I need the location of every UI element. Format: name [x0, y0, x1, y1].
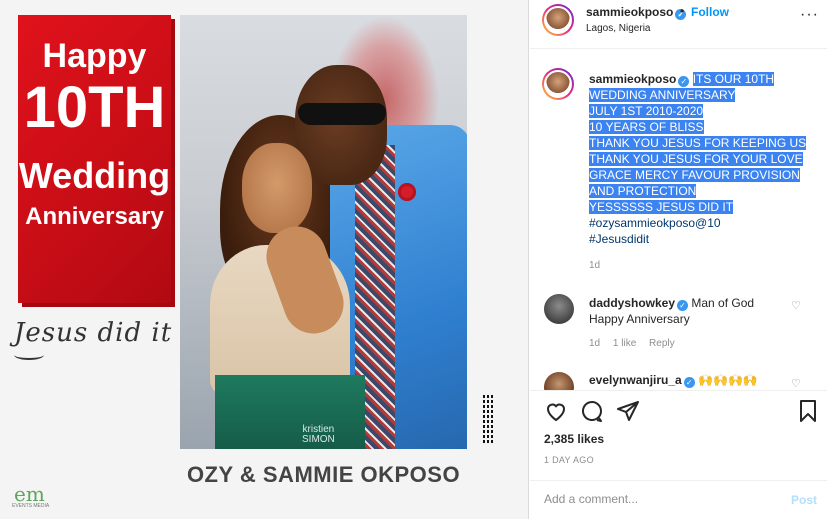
decorative-bars: [483, 395, 495, 448]
anniversary-banner: Happy 10TH Wedding Anniversary: [18, 15, 171, 303]
caption-line: JULY 1ST 2010-2020: [589, 104, 704, 118]
post-date[interactable]: 1 DAY AGO: [544, 455, 594, 465]
verified-check-icon: ✓: [678, 76, 690, 87]
separator-dot: •: [680, 4, 685, 18]
author-avatar[interactable]: [542, 4, 574, 36]
caption-line: 10 YEARS OF BLISS: [589, 120, 704, 134]
sunglasses: [298, 103, 386, 125]
post-header: sammieokposo ✓ • Follow Lagos, Nigeria ··…: [530, 0, 827, 49]
banner-wedding: Wedding: [18, 155, 171, 196]
heart-icon[interactable]: [544, 399, 568, 423]
caption-avatar[interactable]: [542, 68, 574, 100]
em-logo-subtitle: EVENTS MEDIA: [12, 503, 50, 509]
woman-face: [242, 143, 312, 233]
comment: daddyshowkey ✓ Man of God Happy Anniversa…: [589, 295, 789, 327]
comment-username[interactable]: daddyshowkey: [589, 296, 675, 310]
more-horizontal-icon[interactable]: ···: [800, 6, 819, 24]
caption-line: WEDDING ANNIVERSARY: [589, 88, 736, 102]
author-username[interactable]: sammieokposo ✓: [586, 5, 687, 20]
post-caption: sammieokposo ✓ ITS OUR 10TH WEDDING ANNIV…: [589, 71, 819, 247]
comment-text: Happy Anniversary: [589, 312, 690, 326]
reply-button[interactable]: Reply: [649, 338, 675, 349]
post-image[interactable]: Happy 10TH Wedding Anniversary Jesus did…: [0, 0, 529, 519]
action-bar: [530, 390, 827, 428]
likes-count[interactable]: 2,385 likes: [544, 432, 604, 446]
comment-likes[interactable]: 1 like: [613, 338, 636, 349]
comment-meta: 1d 1 like Reply: [589, 338, 685, 349]
tagline-swash: [14, 350, 44, 360]
caption-line: YESSSSSS JESUS DID IT: [589, 200, 734, 214]
couple-photo: kristien SIMON: [180, 15, 467, 449]
author-username-text[interactable]: sammieokposo: [586, 5, 673, 19]
paper-plane-icon[interactable]: [616, 399, 640, 423]
hashtag-link[interactable]: #Jesusdidit: [589, 231, 819, 247]
post-location[interactable]: Lagos, Nigeria: [586, 23, 650, 34]
comment-like-icon[interactable]: ♡: [791, 377, 801, 390]
tagline: Jesus did it: [14, 318, 173, 348]
bookmark-icon[interactable]: [796, 399, 820, 423]
post-button[interactable]: Post: [791, 493, 817, 507]
banner-happy: Happy: [42, 37, 147, 75]
verified-check-icon: ✓: [677, 300, 689, 311]
caption-line: ITS OUR 10TH: [692, 72, 775, 86]
banner-anniversary: Anniversary: [25, 203, 164, 230]
lapel-flower: [398, 183, 416, 201]
comment-username[interactable]: evelynwanjiru_a: [589, 373, 682, 387]
caption-line: GRACE MERCY FAVOUR PROVISION: [589, 168, 800, 182]
caption-time[interactable]: 1d: [589, 260, 600, 271]
commenter-avatar[interactable]: [544, 294, 574, 324]
comment-text: Man of God: [691, 296, 755, 310]
comments-section[interactable]: sammieokposo ✓ ITS OUR 10TH WEDDING ANNIV…: [530, 50, 827, 390]
caption-line: THANK YOU JESUS FOR KEEPING US: [589, 136, 807, 150]
caption-username[interactable]: sammieokposo: [589, 72, 676, 86]
caption-line: THANK YOU JESUS FOR YOUR LOVE: [589, 152, 803, 166]
verified-check-icon: ✓: [683, 377, 695, 388]
add-comment-input[interactable]: [544, 492, 764, 506]
couple-name: OZY & SAMMIE OKPOSO: [186, 462, 461, 487]
comment-icon[interactable]: [580, 399, 604, 423]
comment: evelynwanjiru_a ✓ 🙌🙌🙌🙌: [589, 373, 758, 388]
comment-like-icon[interactable]: ♡: [791, 299, 801, 312]
post-side-panel: sammieokposo ✓ • Follow Lagos, Nigeria ··…: [530, 0, 827, 519]
follow-button[interactable]: Follow: [691, 5, 729, 19]
commenter-avatar[interactable]: [544, 372, 574, 390]
hashtag-link[interactable]: #ozysammieokposo@10: [589, 215, 819, 231]
comment-text: 🙌🙌🙌🙌: [698, 373, 758, 387]
caption-line: AND PROTECTION: [589, 184, 697, 198]
banner-10th: 10TH: [23, 75, 166, 140]
comment-time[interactable]: 1d: [589, 338, 600, 349]
photographer-watermark: kristien SIMON: [302, 424, 335, 445]
woman-skirt: [215, 375, 365, 449]
add-comment-bar: Post: [530, 480, 827, 519]
